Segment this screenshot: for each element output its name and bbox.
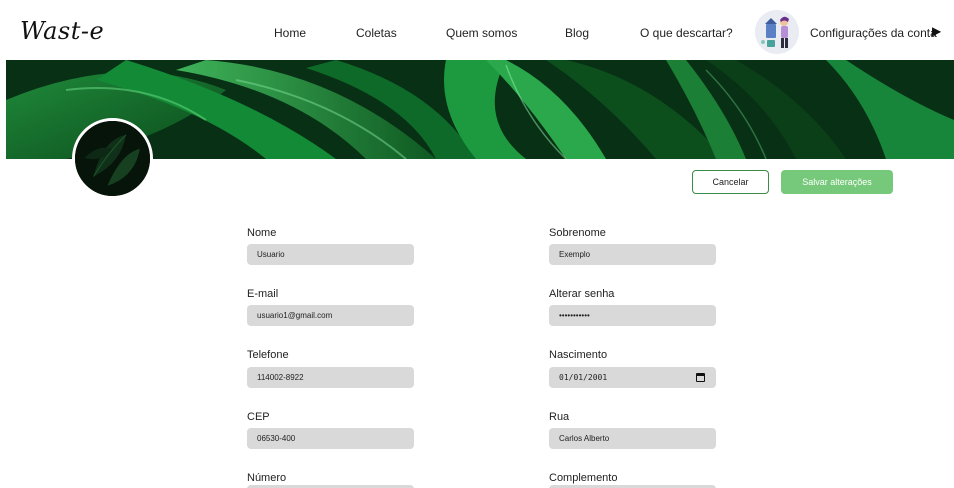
- rua-input[interactable]: Carlos Alberto: [549, 428, 716, 449]
- sobrenome-input[interactable]: Exemplo: [549, 244, 716, 265]
- senha-label: Alterar senha: [549, 288, 615, 300]
- telefone-label: Telefone: [247, 349, 289, 361]
- top-header: Wast-e Home Coletas Quem somos Blog O qu…: [0, 0, 954, 60]
- site-logo[interactable]: Wast-e: [20, 17, 104, 45]
- nav-quem-somos[interactable]: Quem somos: [446, 26, 517, 40]
- numero-label: Número: [247, 472, 287, 484]
- password-input[interactable]: •••••••••••: [549, 305, 716, 326]
- calendar-icon[interactable]: [696, 373, 705, 382]
- nascimento-date-input[interactable]: 01/01/2001: [549, 367, 716, 388]
- account-settings-link[interactable]: Configurações da conta: [810, 26, 937, 40]
- cep-label: CEP: [247, 411, 270, 423]
- nav-coletas[interactable]: Coletas: [356, 26, 397, 40]
- email-label: E-mail: [247, 288, 279, 300]
- telefone-input[interactable]: 114002-8922: [247, 367, 414, 388]
- rua-label: Rua: [549, 411, 570, 423]
- profile-picture[interactable]: [72, 118, 153, 199]
- profile-leaves-image: [75, 121, 150, 196]
- sobrenome-label: Sobrenome: [549, 227, 606, 239]
- caret-right-icon[interactable]: ▶: [932, 24, 941, 38]
- cancel-button[interactable]: Cancelar: [692, 170, 769, 194]
- nome-input[interactable]: Usuario: [247, 244, 414, 265]
- save-changes-button[interactable]: Salvar alterações: [781, 170, 893, 194]
- nav-home[interactable]: Home: [274, 26, 306, 40]
- nome-label: Nome: [247, 227, 277, 239]
- cep-input[interactable]: 06530-400: [247, 428, 414, 449]
- nav-o-que-descartar[interactable]: O que descartar?: [640, 26, 733, 40]
- user-avatar[interactable]: [755, 10, 799, 54]
- nascimento-label: Nascimento: [549, 349, 608, 361]
- avatar-illustration-icon: [755, 10, 799, 54]
- nav-blog[interactable]: Blog: [565, 26, 589, 40]
- complemento-label: Complemento: [549, 472, 618, 484]
- email-input[interactable]: usuario1@gmail.com: [247, 305, 414, 326]
